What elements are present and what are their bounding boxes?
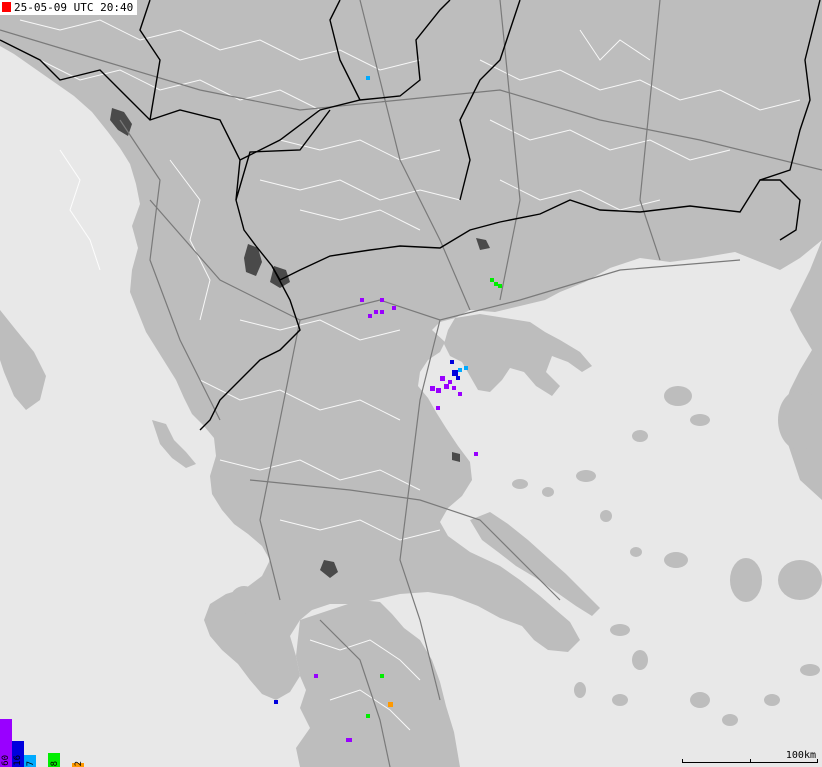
- strike: [388, 702, 393, 707]
- scale-bar-label: 100km: [785, 750, 816, 761]
- strike: [494, 282, 498, 286]
- strike: [380, 310, 384, 314]
- scale-bar: 100km: [682, 751, 818, 765]
- strike: [456, 376, 460, 380]
- strike: [360, 298, 364, 302]
- strike-count-legend: 60 16 7 8 2: [0, 719, 100, 767]
- strike: [366, 76, 370, 80]
- legend-label: 60: [1, 755, 11, 766]
- strike: [436, 388, 441, 393]
- strike: [444, 384, 449, 389]
- strike: [392, 306, 396, 310]
- legend-label: 8: [50, 760, 60, 766]
- strike: [458, 368, 462, 372]
- lightning-map[interactable]: [0, 0, 822, 767]
- timestamp-text: 25-05-09 UTC 20:40: [14, 1, 134, 14]
- strike: [436, 406, 440, 410]
- strike: [464, 366, 468, 370]
- strike: [450, 360, 454, 364]
- timestamp-header: 25-05-09 UTC 20:40: [0, 0, 138, 15]
- strike: [366, 714, 370, 718]
- strike: [380, 674, 384, 678]
- strike: [274, 700, 278, 704]
- strike: [474, 452, 478, 456]
- strike: [368, 314, 372, 318]
- strike: [440, 376, 445, 381]
- strike: [374, 310, 378, 314]
- legend-label: 16: [13, 755, 23, 766]
- strike: [452, 386, 456, 390]
- legend-label: 2: [74, 760, 84, 766]
- strike: [498, 284, 502, 288]
- strike: [314, 674, 318, 678]
- strike: [490, 278, 494, 282]
- strike: [346, 738, 352, 742]
- scale-bar-tick: [817, 759, 818, 763]
- scale-bar-tick: [682, 759, 683, 763]
- strike: [458, 392, 462, 396]
- strike: [380, 298, 384, 302]
- scale-bar-tick: [750, 759, 751, 763]
- legend-label: 7: [26, 760, 36, 766]
- strike: [430, 386, 435, 391]
- live-indicator-icon: [2, 2, 11, 12]
- strike: [448, 380, 452, 384]
- strike: [452, 370, 458, 376]
